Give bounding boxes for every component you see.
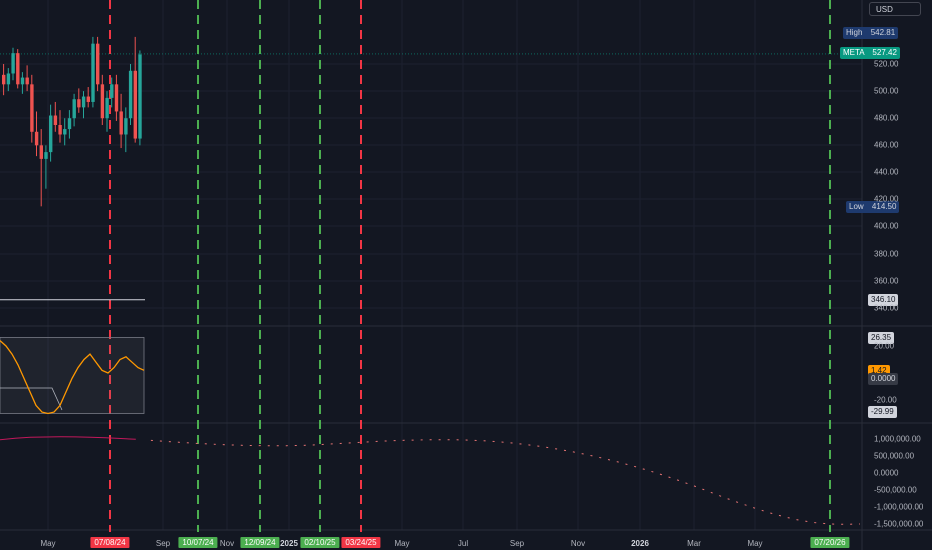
chart-canvas[interactable] bbox=[0, 0, 932, 550]
candle-body bbox=[67, 118, 72, 130]
candle-body bbox=[53, 115, 58, 125]
candle-body bbox=[30, 84, 34, 132]
candle-body bbox=[44, 152, 48, 159]
candle-body bbox=[138, 54, 142, 139]
candle-body bbox=[72, 99, 76, 119]
candle-body bbox=[16, 53, 20, 85]
candle-body bbox=[86, 96, 90, 102]
candle-body bbox=[63, 129, 67, 135]
candle-body bbox=[114, 84, 119, 112]
candle-body bbox=[81, 96, 86, 108]
candle-body bbox=[91, 43, 95, 102]
candle-body bbox=[128, 70, 133, 119]
candle-body bbox=[6, 73, 11, 85]
candle-body bbox=[58, 125, 62, 135]
candle-body bbox=[25, 77, 29, 85]
candle-body bbox=[133, 70, 137, 139]
candle-body bbox=[34, 131, 39, 146]
oscillator-series[interactable] bbox=[0, 337, 145, 415]
candle-body bbox=[96, 43, 100, 85]
candle-body bbox=[39, 145, 43, 159]
candle-body bbox=[77, 99, 81, 108]
oscillator-band bbox=[0, 337, 145, 414]
currency-selector[interactable]: USD bbox=[869, 2, 921, 16]
candle-body bbox=[100, 84, 105, 119]
candle-body bbox=[11, 53, 15, 74]
candle-body bbox=[20, 77, 25, 85]
candle-body bbox=[49, 115, 53, 153]
candle-body bbox=[119, 111, 123, 135]
candle-body bbox=[110, 84, 114, 98]
candle-body bbox=[2, 74, 6, 85]
candle-body bbox=[105, 97, 109, 119]
candle-body bbox=[124, 118, 128, 135]
